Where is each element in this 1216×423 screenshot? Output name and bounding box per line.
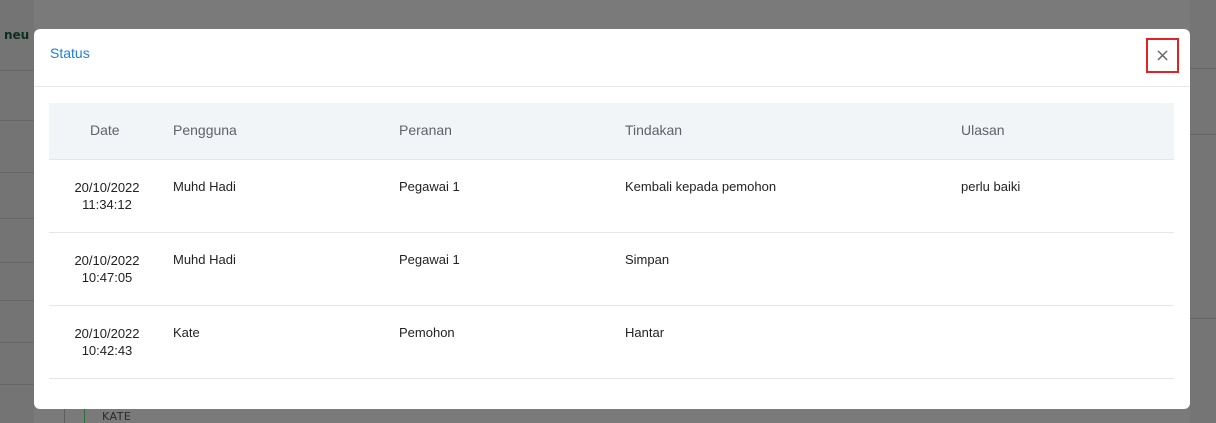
modal-header: Status × xyxy=(34,29,1190,87)
background-divider xyxy=(1190,68,1216,69)
background-left-column xyxy=(0,0,34,423)
column-header-tindakan: Tindakan xyxy=(625,122,683,138)
date-value: 20/10/2022 xyxy=(74,180,140,195)
background-divider xyxy=(0,300,34,301)
date-cell: 20/10/2022 10:42:43 xyxy=(59,325,155,359)
peranan-cell: Pemohon xyxy=(399,325,455,340)
close-icon: × xyxy=(1154,45,1171,66)
pengguna-cell: Muhd Hadi xyxy=(173,252,236,267)
background-divider xyxy=(0,120,34,121)
column-header-date: Date xyxy=(90,122,120,138)
background-divider xyxy=(0,384,34,385)
time-value: 10:42:43 xyxy=(81,343,133,358)
table-header-row: Date Pengguna Peranan Tindakan Ulasan xyxy=(49,103,1174,160)
background-brand-text: neu xyxy=(4,28,30,42)
column-header-ulasan: Ulasan xyxy=(961,122,1005,138)
tindakan-cell: Simpan xyxy=(625,252,670,267)
background-right-column xyxy=(1190,0,1216,423)
ulasan-cell: perlu baiki xyxy=(961,179,1021,194)
background-divider xyxy=(0,262,34,263)
background-divider xyxy=(0,342,34,343)
tindakan-cell: Hantar xyxy=(625,325,665,340)
column-header-peranan: Peranan xyxy=(399,122,452,138)
close-button[interactable]: × xyxy=(1146,38,1179,73)
date-cell: 20/10/2022 10:47:05 xyxy=(59,252,155,286)
modal-title: Status xyxy=(50,45,90,61)
peranan-cell: Pegawai 1 xyxy=(399,179,460,194)
background-divider xyxy=(0,218,34,219)
background-divider xyxy=(1190,134,1216,135)
tindakan-cell: Kembali kepada pemohon xyxy=(625,179,777,194)
background-divider xyxy=(1190,318,1216,319)
status-modal: Status × Date Pengguna Peranan Tindakan … xyxy=(34,29,1190,409)
date-value: 20/10/2022 xyxy=(74,253,140,268)
table-row: 20/10/2022 10:47:05 Muhd Hadi Pegawai 1 … xyxy=(49,233,1174,306)
pengguna-cell: Muhd Hadi xyxy=(173,179,236,194)
background-divider xyxy=(0,172,34,173)
column-header-pengguna: Pengguna xyxy=(173,122,237,138)
table-row: 20/10/2022 11:34:12 Muhd Hadi Pegawai 1 … xyxy=(49,160,1174,233)
status-table: Date Pengguna Peranan Tindakan Ulasan 20… xyxy=(49,103,1174,379)
background-divider xyxy=(0,70,34,71)
time-value: 10:47:05 xyxy=(81,270,133,285)
date-cell: 20/10/2022 11:34:12 xyxy=(59,179,155,213)
date-value: 20/10/2022 xyxy=(74,326,140,341)
pengguna-cell: Kate xyxy=(173,325,200,340)
time-value: 11:34:12 xyxy=(82,197,132,212)
background-row-text: KATE xyxy=(102,410,132,423)
peranan-cell: Pegawai 1 xyxy=(399,252,460,267)
table-row: 20/10/2022 10:42:43 Kate Pemohon Hantar xyxy=(49,306,1174,379)
